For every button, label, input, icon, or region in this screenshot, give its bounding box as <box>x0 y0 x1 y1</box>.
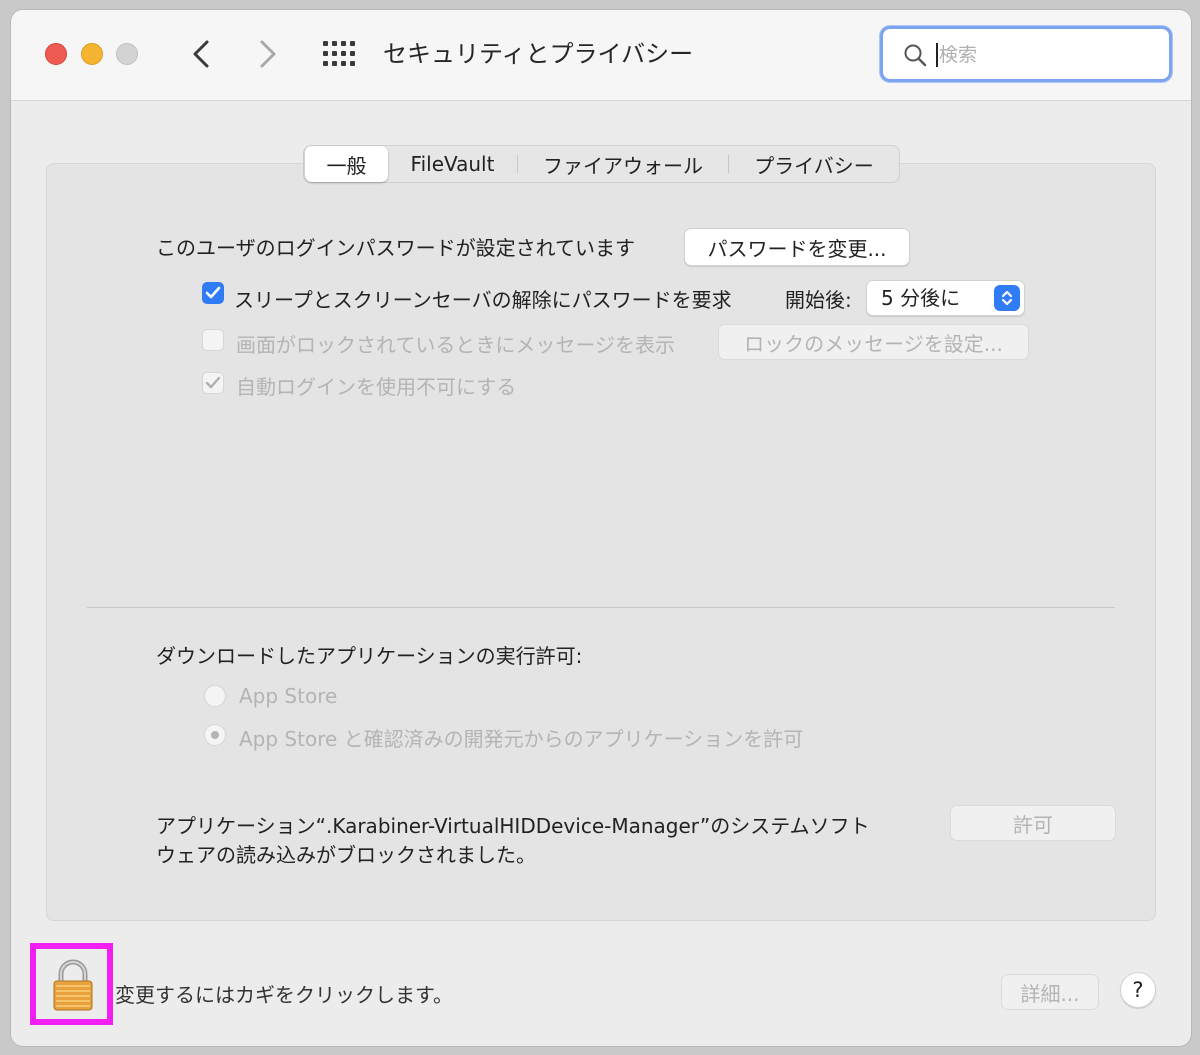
zoom-window-button[interactable] <box>116 43 138 65</box>
delay-label: 開始後: <box>785 288 852 312</box>
minimize-window-button[interactable] <box>81 43 103 65</box>
radio-app-store-label: App Store <box>239 684 338 708</box>
radio-app-store-identified[interactable] <box>204 724 226 746</box>
forward-button[interactable] <box>253 36 283 72</box>
preferences-window: セキュリティとプライバシー 一般 FileVault ファイアウォール プライバ… <box>11 10 1191 1046</box>
tab-privacy[interactable]: プライバシー <box>729 146 899 182</box>
downloads-heading: ダウンロードしたアプリケーションの実行許可: <box>156 644 583 668</box>
blocked-software-line-2: ウェアの読み込みがブロックされました。 <box>156 843 536 867</box>
window-title: セキュリティとプライバシー <box>383 40 694 68</box>
radio-selected-dot <box>211 731 219 739</box>
password-delay-value: 5 分後に <box>881 286 961 310</box>
chevron-right-icon <box>260 40 276 68</box>
back-button[interactable] <box>186 36 216 72</box>
close-window-button[interactable] <box>45 43 67 65</box>
help-button[interactable]: ? <box>1120 972 1156 1008</box>
show-message-label: 画面がロックされているときにメッセージを表示 <box>236 333 675 357</box>
checkmark-icon <box>205 286 221 299</box>
search-field[interactable] <box>880 26 1172 82</box>
require-password-checkbox[interactable] <box>202 282 224 304</box>
title-bar: セキュリティとプライバシー <box>11 10 1191 101</box>
lock-button[interactable] <box>51 958 95 1012</box>
password-set-label: このユーザのログインパスワードが設定されています <box>156 236 635 260</box>
disable-auto-login-checkbox[interactable] <box>202 372 224 394</box>
search-input[interactable] <box>939 37 1139 73</box>
text-caret <box>936 43 938 67</box>
radio-app-store[interactable] <box>204 685 226 707</box>
advanced-button[interactable]: 詳細... <box>1001 974 1099 1010</box>
require-password-label: スリープとスクリーンセーバの解除にパスワードを要求 <box>234 288 732 312</box>
grid-icon <box>323 41 355 66</box>
lock-hint-label: 変更するにはカギをクリックします。 <box>115 983 453 1007</box>
chevron-left-icon <box>193 40 209 68</box>
padlock-icon <box>53 959 93 1011</box>
change-password-button[interactable]: パスワードを変更... <box>684 228 910 266</box>
checkmark-icon <box>205 376 221 389</box>
popup-arrows-icon <box>994 285 1020 311</box>
blocked-software-line-1: アプリケーション“.Karabiner-VirtualHIDDevice-Man… <box>156 814 870 838</box>
section-divider <box>87 607 1115 608</box>
disable-auto-login-label: 自動ログインを使用不可にする <box>236 375 517 399</box>
set-lock-message-button[interactable]: ロックのメッセージを設定... <box>718 324 1029 360</box>
allow-button[interactable]: 許可 <box>950 805 1116 841</box>
tab-filevault[interactable]: FileVault <box>388 146 517 182</box>
show-message-checkbox[interactable] <box>202 329 224 351</box>
tab-bar: 一般 FileVault ファイアウォール プライバシー <box>303 145 900 183</box>
tab-firewall[interactable]: ファイアウォール <box>518 146 728 182</box>
radio-app-store-identified-label: App Store と確認済みの開発元からのアプリケーションを許可 <box>239 727 804 751</box>
search-icon <box>904 44 927 67</box>
show-all-button[interactable] <box>322 40 356 68</box>
password-delay-popup[interactable]: 5 分後に <box>866 280 1025 316</box>
tab-general[interactable]: 一般 <box>305 146 388 182</box>
